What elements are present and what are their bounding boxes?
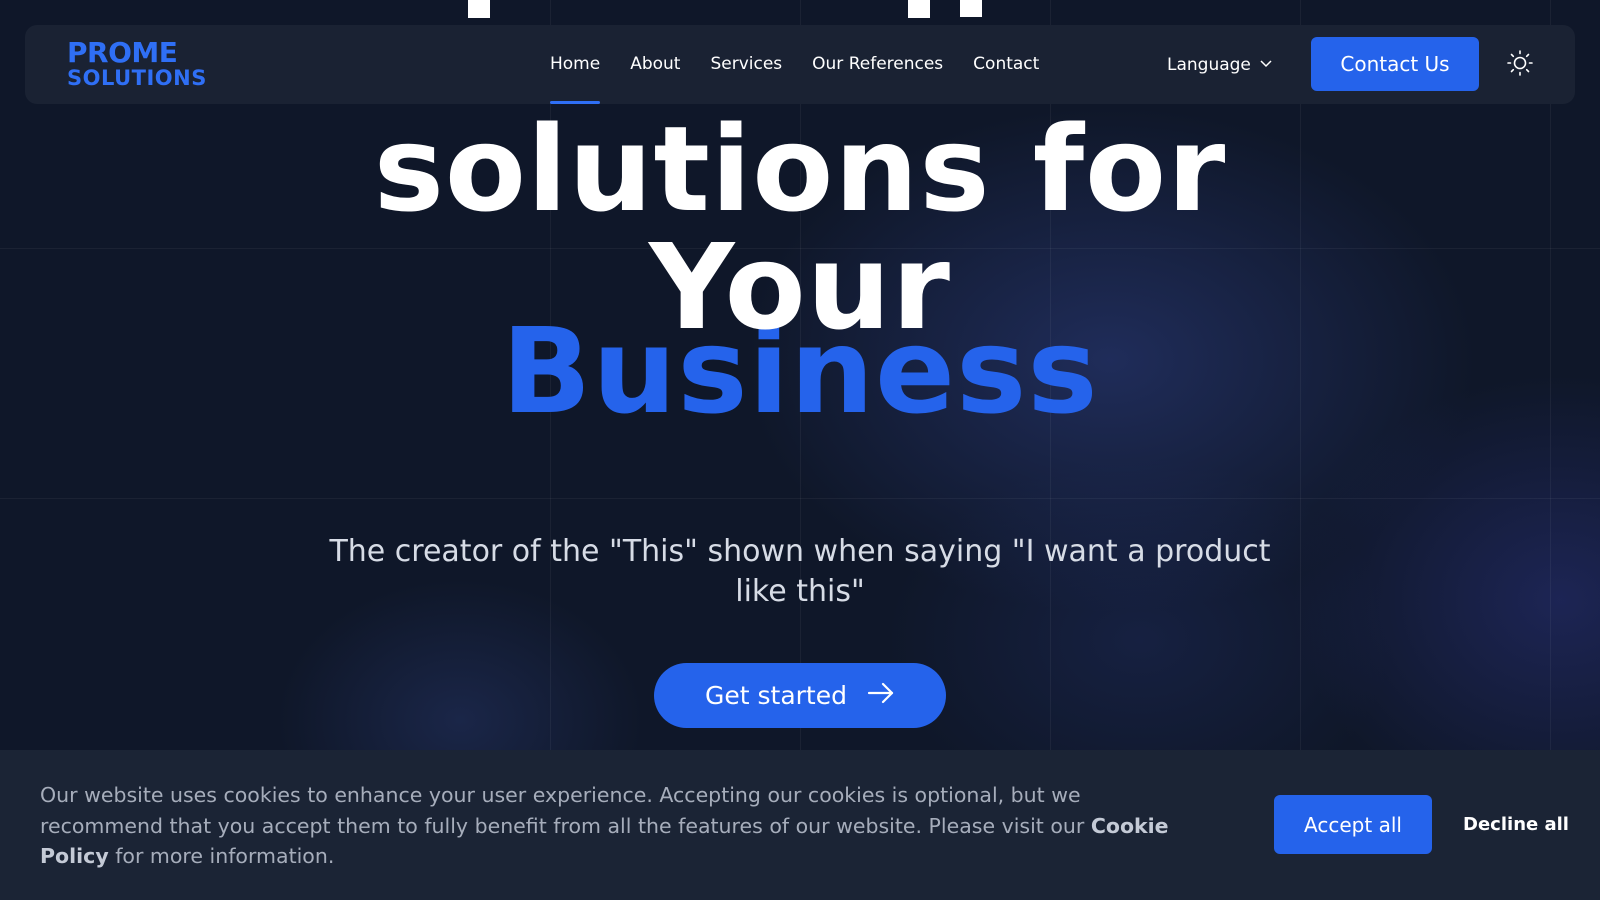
- hero-subtitle: The creator of the "This" shown when say…: [329, 534, 1271, 609]
- accept-all-button[interactable]: Accept all: [1274, 795, 1432, 854]
- hero-title-line-1: solutions for: [373, 100, 1227, 238]
- get-started-button[interactable]: Get started: [654, 663, 946, 728]
- cookie-message: Our website uses cookies to enhance your…: [40, 780, 1170, 872]
- cookie-message-text: Our website uses cookies to enhance your…: [40, 783, 1091, 838]
- nav-links: Home About Services Our References Conta…: [550, 25, 1039, 104]
- logo[interactable]: PROME SOLUTIONS: [67, 39, 207, 89]
- contact-us-button[interactable]: Contact Us: [1311, 37, 1479, 91]
- grid-line: [0, 498, 1600, 499]
- cookie-banner: Our website uses cookies to enhance your…: [0, 750, 1600, 900]
- logo-wordmark-top: PROME: [67, 36, 178, 69]
- nav-link-contact[interactable]: Contact: [973, 25, 1039, 104]
- navbar: PROME SOLUTIONS Home About Services Our …: [25, 25, 1575, 104]
- hero-title-line-2: Your: [649, 218, 951, 356]
- chevron-down-icon: [1259, 55, 1273, 75]
- nav-link-our-references[interactable]: Our References: [812, 25, 943, 104]
- logo-wordmark-bottom: SOLUTIONS: [67, 66, 207, 90]
- nav-link-home[interactable]: Home: [550, 25, 601, 104]
- language-dropdown[interactable]: Language: [1167, 25, 1273, 104]
- heading-fragment: [908, 0, 930, 18]
- sun-icon: [1506, 49, 1534, 81]
- nav-link-about[interactable]: About: [630, 25, 680, 104]
- cookie-message-text-end: for more information.: [108, 844, 335, 868]
- nav-link-services[interactable]: Services: [710, 25, 782, 104]
- decline-all-button[interactable]: Decline all: [1446, 795, 1586, 854]
- heading-fragment: [960, 0, 982, 17]
- heading-fragment: [468, 0, 490, 18]
- get-started-label: Get started: [705, 681, 847, 710]
- theme-toggle[interactable]: [1505, 50, 1535, 80]
- arrow-right-icon: [867, 681, 895, 710]
- page: Business solutions for Your PROME SOLUTI…: [0, 0, 1600, 900]
- language-label: Language: [1167, 54, 1251, 75]
